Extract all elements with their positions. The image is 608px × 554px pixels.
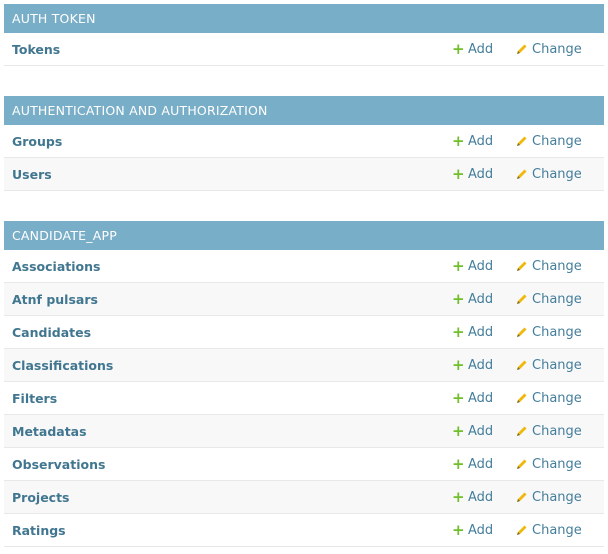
- module-candidate-app: CANDIDATE_APP Associations + Add Change A…: [4, 221, 604, 547]
- model-row: Atnf pulsars + Add Change: [4, 283, 604, 316]
- module-caption[interactable]: AUTHENTICATION AND AUTHORIZATION: [4, 96, 604, 125]
- plus-icon: +: [452, 256, 465, 275]
- pencil-icon: [517, 294, 527, 304]
- pencil-icon: [517, 525, 527, 535]
- model-row: Groups + Add Change: [4, 125, 604, 158]
- model-link[interactable]: Groups: [12, 134, 452, 149]
- app-list: AUTH TOKEN Tokens + Add Change AUTHENTICA…: [0, 0, 608, 547]
- plus-icon: +: [452, 39, 465, 58]
- add-link[interactable]: + Add: [452, 520, 516, 539]
- plus-icon: +: [452, 454, 465, 473]
- plus-icon: +: [452, 289, 465, 308]
- pencil-icon: [517, 459, 527, 469]
- add-link[interactable]: + Add: [452, 355, 516, 374]
- model-row: Associations + Add Change: [4, 250, 604, 283]
- change-link[interactable]: Change: [516, 391, 588, 406]
- add-link[interactable]: + Add: [452, 39, 516, 58]
- model-row: Classifications + Add Change: [4, 349, 604, 382]
- change-link[interactable]: Change: [516, 457, 588, 472]
- pencil-icon: [517, 136, 527, 146]
- model-row: Observations + Add Change: [4, 448, 604, 481]
- change-link[interactable]: Change: [516, 134, 588, 149]
- plus-icon: +: [452, 322, 465, 341]
- add-link[interactable]: + Add: [452, 454, 516, 473]
- plus-icon: +: [452, 421, 465, 440]
- add-link[interactable]: + Add: [452, 164, 516, 183]
- change-link[interactable]: Change: [516, 490, 588, 505]
- module-caption[interactable]: AUTH TOKEN: [4, 4, 604, 33]
- module-auth-token: AUTH TOKEN Tokens + Add Change: [4, 4, 604, 66]
- plus-icon: +: [452, 355, 465, 374]
- change-link[interactable]: Change: [516, 42, 588, 57]
- plus-icon: +: [452, 388, 465, 407]
- change-link[interactable]: Change: [516, 523, 588, 538]
- model-link[interactable]: Projects: [12, 490, 452, 505]
- model-link[interactable]: Associations: [12, 259, 452, 274]
- model-link[interactable]: Filters: [12, 391, 452, 406]
- add-link[interactable]: + Add: [452, 388, 516, 407]
- add-link[interactable]: + Add: [452, 322, 516, 341]
- pencil-icon: [517, 360, 527, 370]
- pencil-icon: [517, 44, 527, 54]
- model-link[interactable]: Users: [12, 167, 452, 182]
- plus-icon: +: [452, 131, 465, 150]
- pencil-icon: [517, 393, 527, 403]
- pencil-icon: [517, 327, 527, 337]
- change-link[interactable]: Change: [516, 167, 588, 182]
- plus-icon: +: [452, 520, 465, 539]
- change-link[interactable]: Change: [516, 325, 588, 340]
- change-link[interactable]: Change: [516, 358, 588, 373]
- model-link[interactable]: Tokens: [12, 42, 452, 57]
- change-link[interactable]: Change: [516, 259, 588, 274]
- add-link[interactable]: + Add: [452, 421, 516, 440]
- model-row: Projects + Add Change: [4, 481, 604, 514]
- model-link[interactable]: Candidates: [12, 325, 452, 340]
- plus-icon: +: [452, 487, 465, 506]
- model-row: Filters + Add Change: [4, 382, 604, 415]
- model-link[interactable]: Observations: [12, 457, 452, 472]
- model-row: Ratings + Add Change: [4, 514, 604, 547]
- add-link[interactable]: + Add: [452, 256, 516, 275]
- add-link[interactable]: + Add: [452, 131, 516, 150]
- change-link[interactable]: Change: [516, 292, 588, 307]
- model-link[interactable]: Metadatas: [12, 424, 452, 439]
- module-caption[interactable]: CANDIDATE_APP: [4, 221, 604, 250]
- change-link[interactable]: Change: [516, 424, 588, 439]
- model-link[interactable]: Atnf pulsars: [12, 292, 452, 307]
- plus-icon: +: [452, 164, 465, 183]
- pencil-icon: [517, 426, 527, 436]
- pencil-icon: [517, 169, 527, 179]
- module-authentication: AUTHENTICATION AND AUTHORIZATION Groups …: [4, 96, 604, 191]
- pencil-icon: [517, 492, 527, 502]
- add-link[interactable]: + Add: [452, 289, 516, 308]
- pencil-icon: [517, 261, 527, 271]
- model-row: Users + Add Change: [4, 158, 604, 191]
- model-row: Candidates + Add Change: [4, 316, 604, 349]
- model-link[interactable]: Ratings: [12, 523, 452, 538]
- model-row: Metadatas + Add Change: [4, 415, 604, 448]
- model-link[interactable]: Classifications: [12, 358, 452, 373]
- add-link[interactable]: + Add: [452, 487, 516, 506]
- model-row: Tokens + Add Change: [4, 33, 604, 66]
